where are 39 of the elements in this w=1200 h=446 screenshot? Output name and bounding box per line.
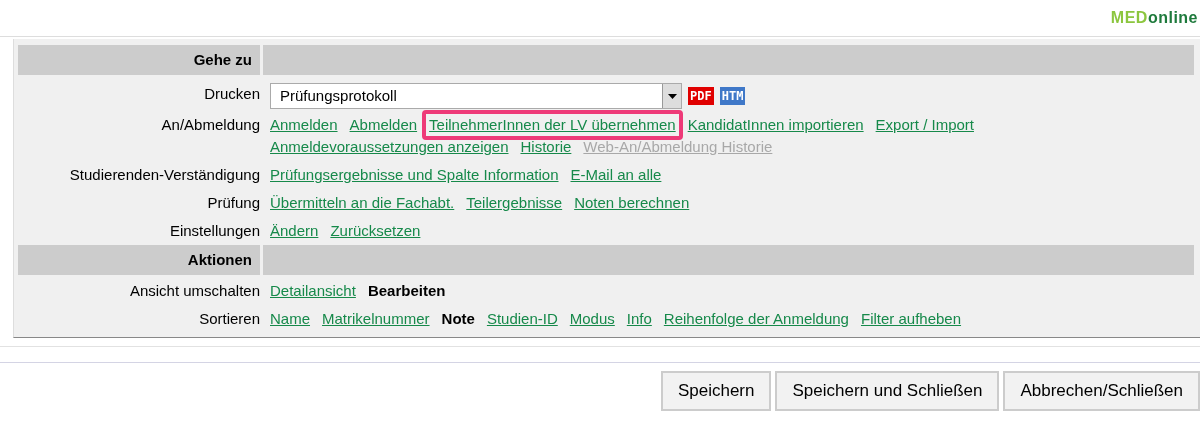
row-label: Einstellungen bbox=[169, 222, 260, 239]
row-label: Prüfung bbox=[207, 194, 260, 211]
file-icon[interactable]: PDF bbox=[688, 87, 714, 105]
link[interactable]: Detailansicht bbox=[270, 280, 356, 302]
link[interactable]: Abmelden bbox=[349, 114, 418, 136]
form-button[interactable]: Speichern und Schließen bbox=[775, 371, 1000, 411]
link[interactable]: Teilergebnisse bbox=[466, 192, 563, 214]
link[interactable]: Anmelden bbox=[270, 114, 338, 136]
link[interactable]: TeilnehmerInnen der LV übernehmen bbox=[422, 110, 683, 140]
link[interactable]: Export / Import bbox=[875, 114, 974, 136]
link[interactable]: Info bbox=[626, 308, 652, 330]
section-header: Aktionen bbox=[18, 245, 260, 275]
row-label: Sortieren bbox=[199, 310, 260, 327]
link[interactable]: E-Mail an alle bbox=[570, 164, 662, 186]
link[interactable]: KandidatInnen importieren bbox=[687, 114, 864, 136]
row-label: An/Abmeldung bbox=[161, 116, 260, 133]
row-label: Studierenden-Verständigung bbox=[69, 166, 260, 183]
link[interactable]: Zurücksetzen bbox=[330, 220, 421, 242]
row-label: Ansicht umschalten bbox=[129, 282, 260, 299]
link[interactable]: Matrikelnummer bbox=[322, 308, 430, 330]
link[interactable]: Filter aufheben bbox=[860, 308, 962, 330]
link[interactable]: Name bbox=[270, 308, 310, 330]
form-button[interactable]: Abbrechen/Schließen bbox=[1003, 371, 1200, 411]
link[interactable]: Noten berechnen bbox=[574, 192, 690, 214]
link[interactable]: Modus bbox=[569, 308, 615, 330]
row-label: Drucken bbox=[204, 85, 260, 102]
logo-text: MEDonline bbox=[1110, 9, 1198, 27]
link[interactable]: Ändern bbox=[270, 220, 319, 242]
print-dropdown[interactable]: Prüfungsprotokoll bbox=[270, 83, 682, 109]
link[interactable]: Prüfungsergebnisse und Spalte Information bbox=[270, 164, 559, 186]
link[interactable]: Studien-ID bbox=[486, 308, 558, 330]
caret-icon bbox=[667, 93, 677, 99]
current-option: Bearbeiten bbox=[367, 280, 446, 302]
current-option: Note bbox=[441, 308, 475, 330]
section-header: Gehe zu bbox=[18, 45, 260, 75]
file-icon[interactable]: HTM bbox=[719, 87, 746, 105]
link[interactable]: Übermitteln an die Fachabt. bbox=[270, 192, 455, 214]
link[interactable]: Reihenfolge der Anmeldung bbox=[663, 308, 849, 330]
form-button[interactable]: Speichern bbox=[660, 371, 772, 411]
